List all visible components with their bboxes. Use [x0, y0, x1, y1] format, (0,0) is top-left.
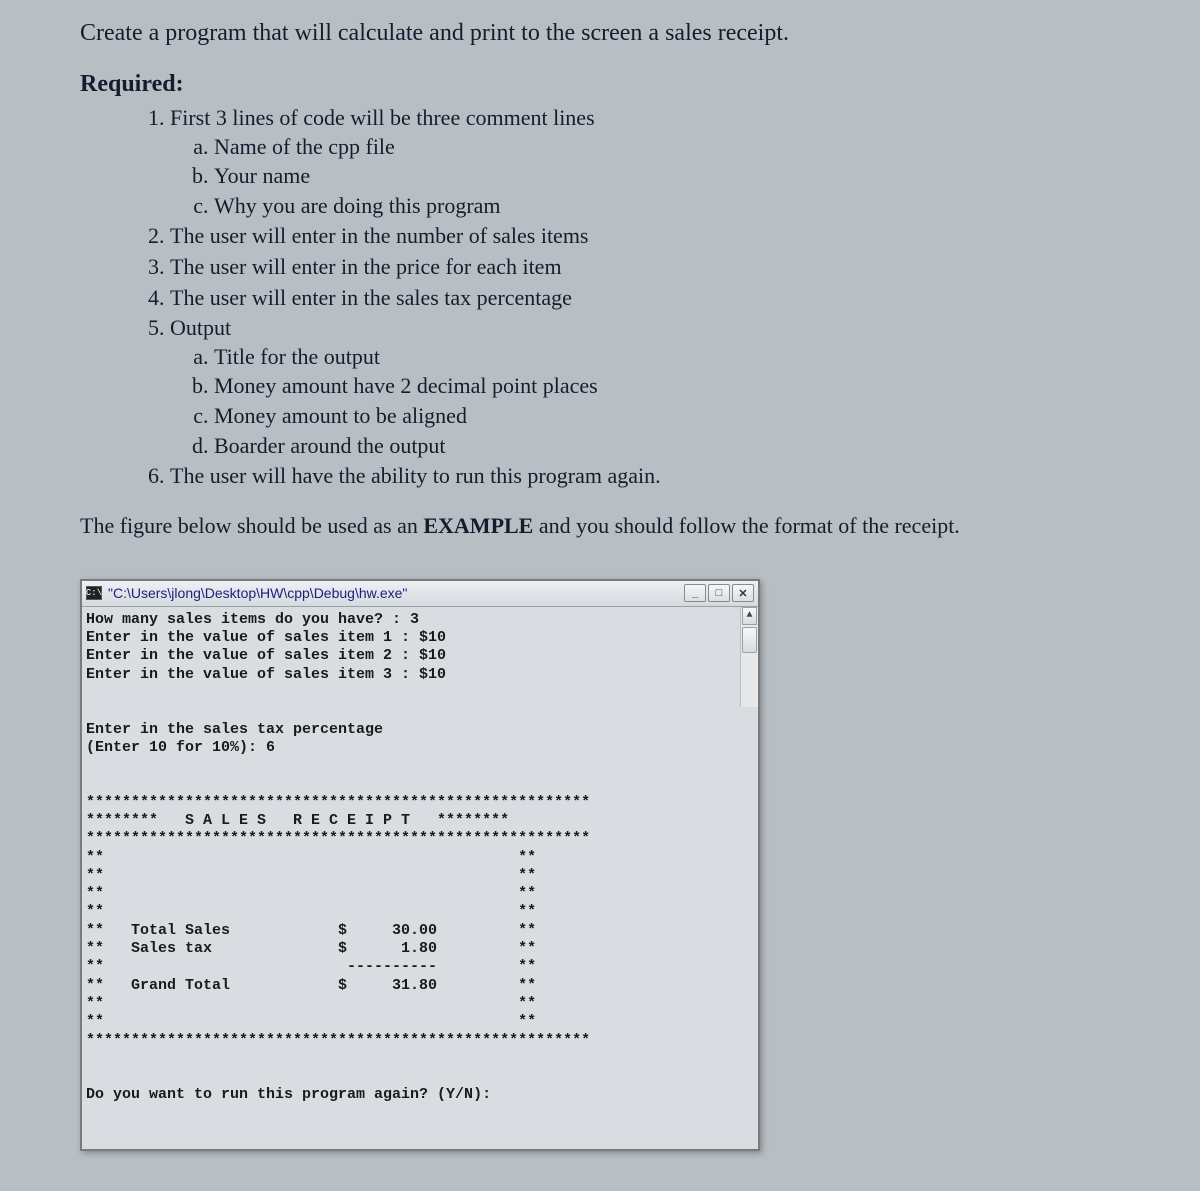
req-5a: Title for the output	[214, 343, 1140, 372]
scroll-up-arrow-icon[interactable]: ▲	[742, 607, 757, 625]
window-controls: _ □ ✕	[684, 584, 754, 602]
req-item-1: First 3 lines of code will be three comm…	[170, 104, 1140, 220]
req-item-5: Output Title for the output Money amount…	[170, 314, 1140, 460]
required-heading: Required:	[80, 71, 1140, 98]
close-button[interactable]: ✕	[732, 584, 754, 602]
req-1b: Your name	[214, 162, 1140, 191]
figure-note: The figure below should be used as an EX…	[80, 513, 1140, 539]
console-window: C:\ "C:\Users\jlong\Desktop\HW\cpp\Debug…	[80, 579, 760, 1152]
scroll-thumb[interactable]	[742, 627, 757, 653]
figure-note-pre: The figure below should be used as an	[80, 513, 423, 538]
req-5d: Boarder around the output	[214, 432, 1140, 461]
req-1c: Why you are doing this program	[214, 192, 1140, 221]
scrollbar[interactable]: ▲	[740, 607, 758, 707]
minimize-button[interactable]: _	[684, 584, 706, 602]
req-1a: Name of the cpp file	[214, 133, 1140, 162]
intro-text: Create a program that will calculate and…	[80, 20, 1140, 47]
req-5c: Money amount to be aligned	[214, 402, 1140, 431]
figure-note-post: and you should follow the format of the …	[533, 513, 959, 538]
figure-note-bold: EXAMPLE	[423, 513, 533, 538]
req-item-3: The user will enter in the price for eac…	[170, 253, 1140, 282]
window-titlebar: C:\ "C:\Users\jlong\Desktop\HW\cpp\Debug…	[82, 581, 758, 607]
req-item-5-text: Output	[170, 315, 231, 340]
req-5b: Money amount have 2 decimal point places	[214, 372, 1140, 401]
maximize-button[interactable]: □	[708, 584, 730, 602]
req-item-2: The user will enter in the number of sal…	[170, 222, 1140, 251]
cmd-icon: C:\	[86, 586, 102, 600]
window-title: "C:\Users\jlong\Desktop\HW\cpp\Debug\hw.…	[108, 585, 684, 601]
console-output: How many sales items do you have? : 3 En…	[82, 607, 758, 1150]
req-item-5-sublist: Title for the output Money amount have 2…	[170, 343, 1140, 460]
requirements-list: First 3 lines of code will be three comm…	[80, 104, 1140, 491]
req-item-4: The user will enter in the sales tax per…	[170, 284, 1140, 313]
req-item-6: The user will have the ability to run th…	[170, 462, 1140, 491]
req-item-1-text: First 3 lines of code will be three comm…	[170, 105, 595, 130]
req-item-1-sublist: Name of the cpp file Your name Why you a…	[170, 133, 1140, 221]
